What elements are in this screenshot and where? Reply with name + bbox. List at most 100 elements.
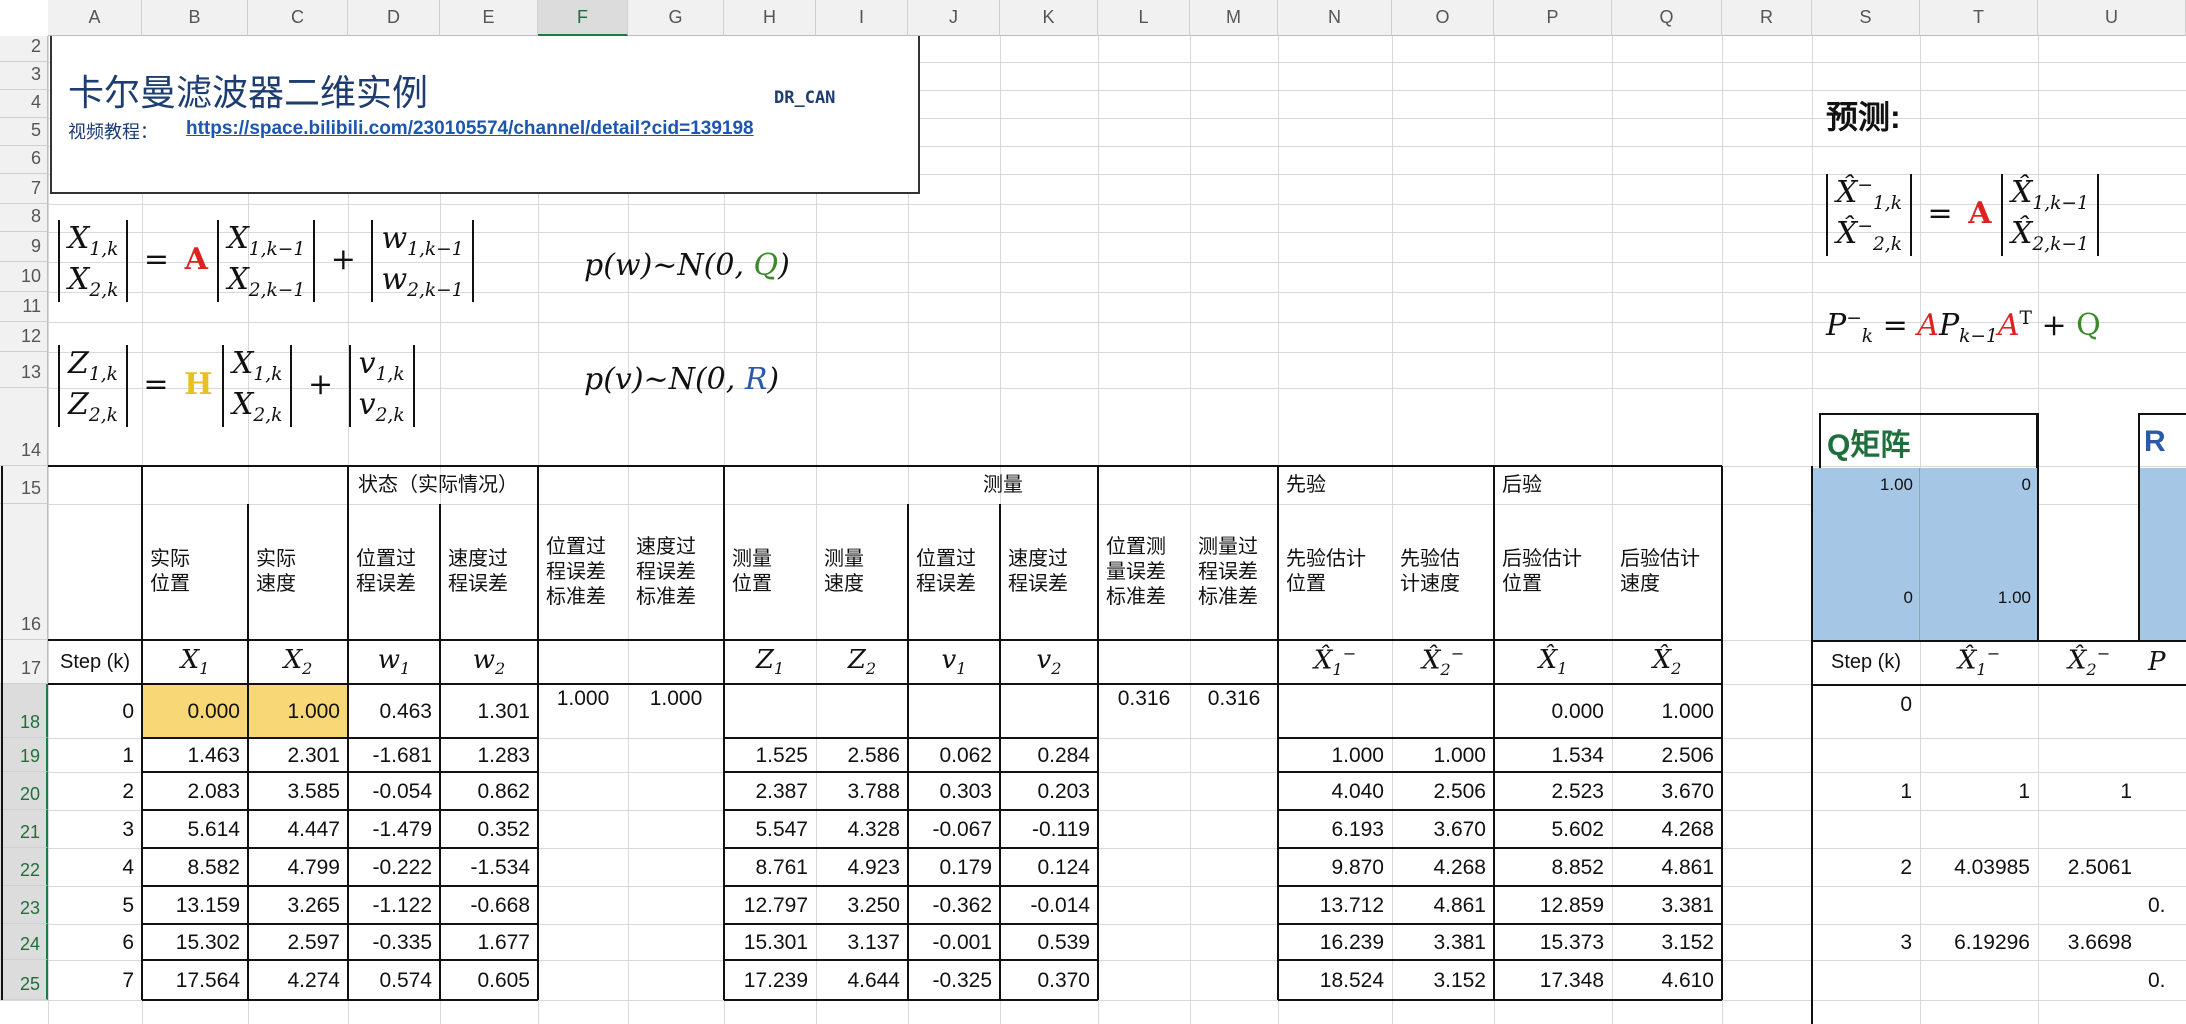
cell-v1[interactable]: -0.325 — [908, 960, 1000, 1000]
cell-k[interactable]: 3 — [48, 810, 142, 848]
cell-Z2[interactable]: 4.923 — [816, 848, 908, 886]
column-header-r[interactable]: R — [1722, 0, 1812, 36]
row-header-4[interactable]: 4 — [0, 90, 48, 118]
row-header-9[interactable]: 9 — [0, 232, 48, 262]
symbol-label[interactable]: X2 — [248, 640, 348, 684]
column-header-j[interactable]: J — [908, 0, 1000, 36]
row-header-11[interactable]: 11 — [0, 292, 48, 322]
right-prior-x1-cell[interactable] — [1920, 684, 2038, 756]
right-symbol-label[interactable]: X̂2− — [2038, 640, 2140, 684]
right-step-cell[interactable]: 2 — [1812, 848, 1920, 886]
cell-pX1[interactable]: 18.524 — [1278, 960, 1392, 1000]
cell-v1[interactable]: -0.362 — [908, 886, 1000, 924]
right-prior-x1-cell[interactable]: 1 — [1920, 772, 2038, 810]
q-matrix-cell[interactable]: 0 — [1812, 554, 1920, 640]
step-label[interactable]: Step (k) — [48, 640, 142, 684]
cell-pX1[interactable] — [1278, 684, 1392, 738]
cell-Z1[interactable]: 15.301 — [724, 924, 816, 960]
cell-X1h[interactable]: 1.534 — [1494, 738, 1612, 772]
cell-v1[interactable]: 0.303 — [908, 772, 1000, 810]
cell-w2[interactable]: 0.352 — [440, 810, 538, 848]
cell-X1[interactable]: 5.614 — [142, 810, 248, 848]
row-header-19[interactable]: 19 — [0, 738, 48, 772]
column-header-k[interactable]: K — [1000, 0, 1098, 36]
row-header-2[interactable]: 2 — [0, 36, 48, 62]
cell-pX2[interactable] — [1392, 684, 1494, 738]
cell-Z1[interactable]: 1.525 — [724, 738, 816, 772]
cell-pX2[interactable]: 2.506 — [1392, 772, 1494, 810]
cell-k[interactable]: 2 — [48, 772, 142, 810]
cell-Z1[interactable]: 17.239 — [724, 960, 816, 1000]
symbol-label[interactable]: Z1 — [724, 640, 816, 684]
right-partial-cell[interactable]: 0. — [2140, 960, 2186, 1000]
cell-w2[interactable]: -0.668 — [440, 886, 538, 924]
cell-w2[interactable]: 1.301 — [440, 684, 538, 738]
column-header-p[interactable]: P — [1494, 0, 1612, 36]
cell-w2[interactable]: -1.534 — [440, 848, 538, 886]
column-label[interactable]: 先验估 计速度 — [1392, 504, 1494, 640]
cell-X1h[interactable]: 15.373 — [1494, 924, 1612, 960]
symbol-label[interactable]: X̂1− — [1278, 640, 1392, 684]
cell-v1[interactable]: 0.062 — [908, 738, 1000, 772]
group-header-measure[interactable]: 测量 — [816, 466, 1190, 504]
cell-k[interactable]: 6 — [48, 924, 142, 960]
cell-w1[interactable]: 0.463 — [348, 684, 440, 738]
vel-process-std[interactable]: 1.000 — [628, 684, 724, 738]
cell-X2h[interactable]: 3.152 — [1612, 924, 1722, 960]
symbol-label[interactable]: Z2 — [816, 640, 908, 684]
row-header-10[interactable]: 10 — [0, 262, 48, 292]
right-prior-x2-cell[interactable]: 2.5061 — [2038, 848, 2140, 886]
column-label[interactable]: 测量过 程误差 标准差 — [1190, 504, 1278, 640]
cell-X2[interactable]: 4.274 — [248, 960, 348, 1000]
cell-X2[interactable]: 3.265 — [248, 886, 348, 924]
cell-v1[interactable]: -0.001 — [908, 924, 1000, 960]
cell-X1[interactable]: 17.564 — [142, 960, 248, 1000]
cell-Z1[interactable] — [724, 684, 816, 738]
cell-v2[interactable] — [1000, 684, 1098, 738]
column-header-b[interactable]: B — [142, 0, 248, 36]
column-header-l[interactable]: L — [1098, 0, 1190, 36]
cell-w1[interactable]: 0.574 — [348, 960, 440, 1000]
column-label[interactable]: 后验估计 位置 — [1494, 504, 1612, 640]
right-symbol-label-partial[interactable]: P — [2140, 640, 2186, 684]
row-header-25[interactable]: 25 — [0, 960, 48, 1000]
cell-X2[interactable]: 2.301 — [248, 738, 348, 772]
cell-X1[interactable]: 0.000 — [142, 684, 248, 738]
group-header-state[interactable]: 状态（实际情况） — [248, 466, 628, 504]
column-header-e[interactable]: E — [440, 0, 538, 36]
symbol-label[interactable]: X̂1 — [1494, 640, 1612, 684]
cell-X1h[interactable]: 8.852 — [1494, 848, 1612, 886]
cell-Z1[interactable]: 2.387 — [724, 772, 816, 810]
cell-X2h[interactable]: 4.861 — [1612, 848, 1722, 886]
cell-v1[interactable]: 0.179 — [908, 848, 1000, 886]
cell-X2[interactable]: 1.000 — [248, 684, 348, 738]
column-header-d[interactable]: D — [348, 0, 440, 36]
cell-X1[interactable]: 8.582 — [142, 848, 248, 886]
column-label[interactable]: 位置测 量误差 标准差 — [1098, 504, 1190, 640]
right-prior-x1-cell[interactable]: 6.19296 — [1920, 924, 2038, 960]
cell-v2[interactable]: 0.284 — [1000, 738, 1098, 772]
column-label[interactable]: 先验估计 位置 — [1278, 504, 1392, 640]
column-header-m[interactable]: M — [1190, 0, 1278, 36]
cell-pX2[interactable]: 3.152 — [1392, 960, 1494, 1000]
row-header-5[interactable]: 5 — [0, 118, 48, 146]
column-label[interactable]: 速度过 程误差 — [1000, 504, 1098, 640]
cell-X2h[interactable]: 4.610 — [1612, 960, 1722, 1000]
row-header-24[interactable]: 24 — [0, 924, 48, 960]
cell-X2[interactable]: 3.585 — [248, 772, 348, 810]
cell-Z2[interactable]: 3.250 — [816, 886, 908, 924]
symbol-label[interactable]: w2 — [440, 640, 538, 684]
row-header-23[interactable]: 23 — [0, 886, 48, 924]
symbol-label[interactable]: X̂2 — [1612, 640, 1722, 684]
cell-w2[interactable]: 1.283 — [440, 738, 538, 772]
cell-v2[interactable]: -0.119 — [1000, 810, 1098, 848]
cell-Z2[interactable]: 4.328 — [816, 810, 908, 848]
cell-X1h[interactable]: 5.602 — [1494, 810, 1612, 848]
pos-process-std[interactable]: 1.000 — [538, 684, 628, 738]
column-label[interactable]: 实际 速度 — [248, 504, 348, 640]
spreadsheet[interactable]: ABCDEFGHIJKLMNOPQRSTU 2 3 4 5 6 7 8 9 10 11 12 13 14… — [0, 0, 2186, 1024]
right-step-cell[interactable]: 3 — [1812, 924, 1920, 960]
column-label[interactable]: 测量 速度 — [816, 504, 908, 640]
right-step-label[interactable]: Step (k) — [1812, 640, 1920, 684]
right-prior-x1-cell[interactable]: 4.03985 — [1920, 848, 2038, 886]
